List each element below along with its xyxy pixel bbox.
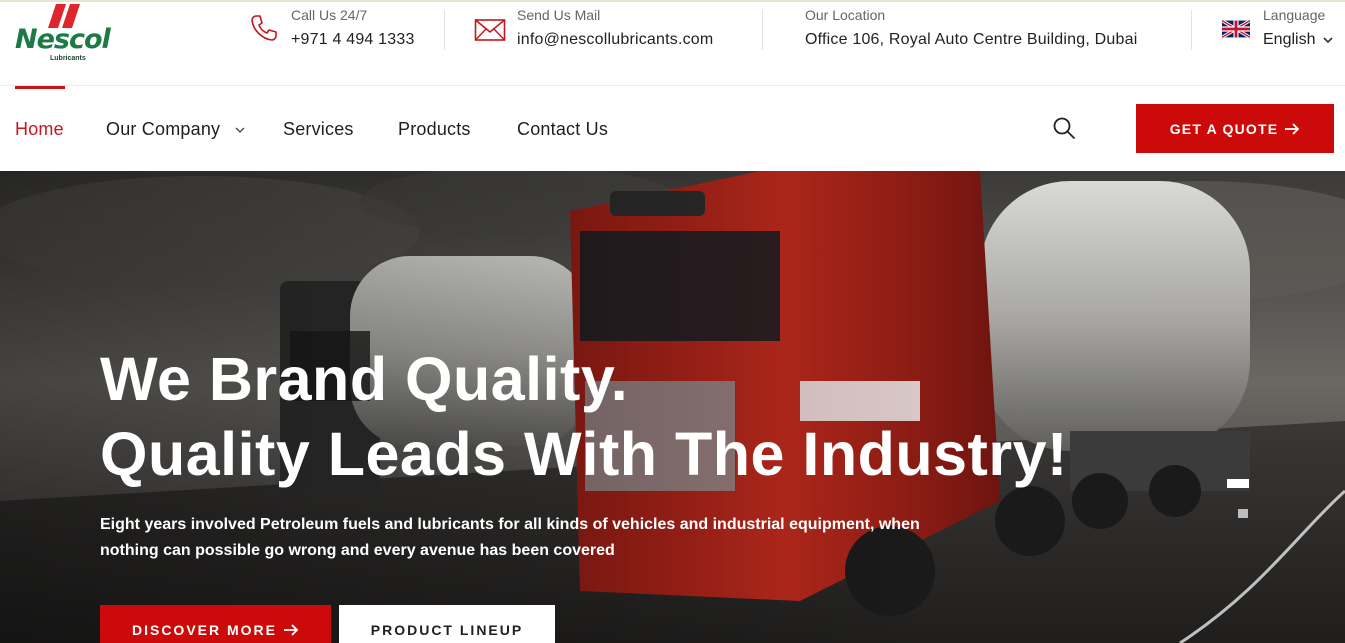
location-contact: Our Location Office 106, Royal Auto Cent… [805,6,1175,56]
uk-flag-icon[interactable] [1222,20,1250,38]
arrow-right-icon [284,624,299,636]
call-number[interactable]: +971 4 494 1333 [291,31,415,49]
top-bar: Nescol Lubricants Call Us 24/7 +971 4 49… [0,0,1345,86]
phone-icon [251,15,277,41]
nav-services[interactable]: Services [283,119,354,140]
hero-slider: We Brand Quality. Quality Leads With The… [0,171,1345,643]
mail-contact[interactable]: Send Us Mail info@nescollubricants.com [474,6,744,56]
slider-dot-1[interactable] [1227,479,1249,488]
logo-wordmark: Nescol [15,24,111,55]
hero-title-line-1: We Brand Quality. [100,345,629,413]
get-a-quote-label: GET A QUOTE [1169,120,1279,137]
language-select[interactable]: English [1263,31,1315,49]
main-nav: Home Our Company Services Products Conta… [0,86,1345,171]
get-a-quote-button[interactable]: GET A QUOTE [1136,104,1334,153]
product-lineup-label: PRODUCT LINEUP [370,622,524,638]
product-lineup-button[interactable]: PRODUCT LINEUP [339,605,555,643]
location-address: Office 106, Royal Auto Centre Building, … [805,31,1138,48]
divider [762,10,763,50]
language-label: Language [1263,7,1326,23]
call-contact[interactable]: Call Us 24/7 +971 4 494 1333 [248,6,428,56]
hero-title-line-2: Quality Leads With The Industry! [100,420,1068,488]
chevron-down-icon[interactable] [234,125,246,135]
call-label: Call Us 24/7 [291,7,368,23]
nav-contact-us[interactable]: Contact Us [517,119,608,140]
nav-products[interactable]: Products [398,119,471,140]
mail-icon [474,19,506,41]
divider [1191,10,1192,50]
discover-more-button[interactable]: DISCOVER MORE [100,605,331,643]
active-indicator [15,86,65,89]
discover-more-label: DISCOVER MORE [131,622,277,638]
hero-subtitle: Eight years involved Petroleum fuels and… [100,516,920,559]
location-label: Our Location [805,7,886,23]
nav-our-company[interactable]: Our Company [106,119,220,140]
slider-dot-2[interactable] [1238,509,1248,518]
mail-address[interactable]: info@nescollubricants.com [517,31,713,49]
arrow-right-icon [1285,122,1300,135]
logo-tagline: Lubricants [50,55,86,62]
nescol-logo[interactable]: Nescol Lubricants [12,4,122,68]
chevron-down-icon[interactable] [1322,35,1334,45]
search-icon[interactable] [1052,116,1076,140]
mail-label: Send Us Mail [517,7,601,23]
divider [444,10,445,50]
nav-home[interactable]: Home [15,119,64,140]
